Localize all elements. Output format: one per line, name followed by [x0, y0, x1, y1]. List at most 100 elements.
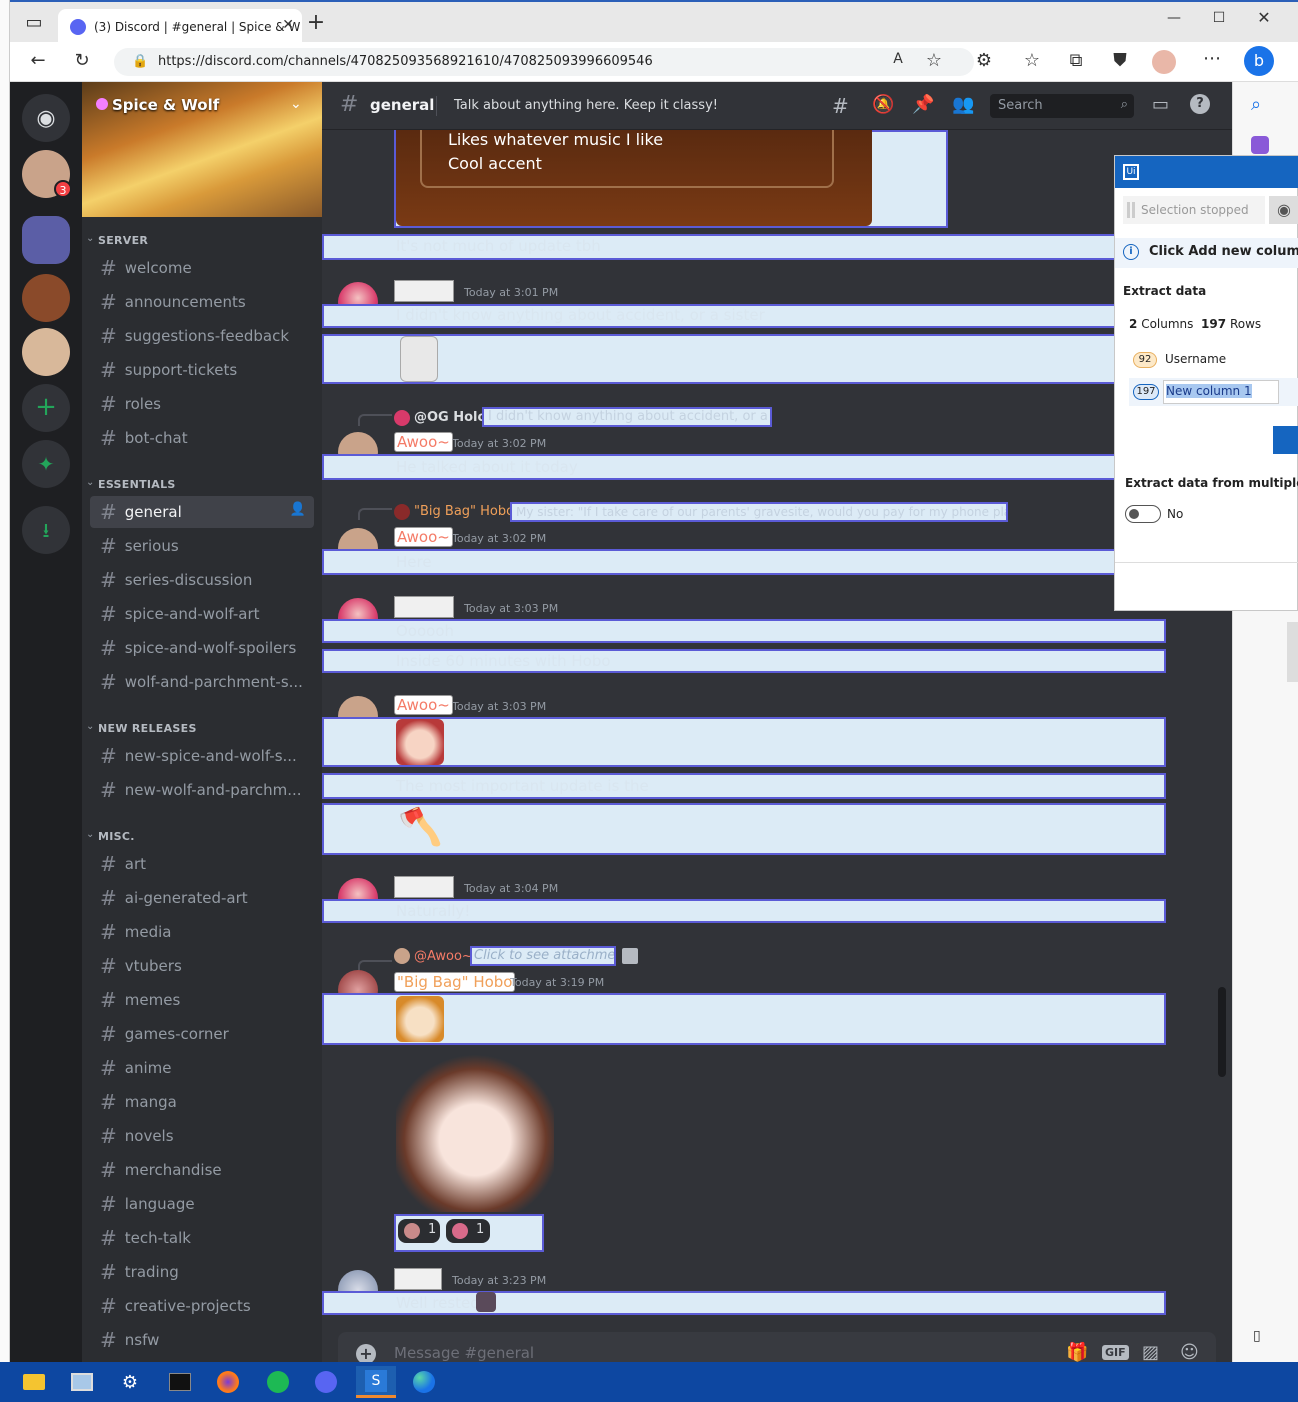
channel-item[interactable]: # manga: [90, 1086, 314, 1118]
username[interactable]: Awoo~: [394, 695, 453, 715]
channel-item[interactable]: # spice-and-wolf-art: [90, 598, 314, 630]
terminal-icon[interactable]: [160, 1366, 200, 1398]
sticker-icon[interactable]: ▨: [1142, 1342, 1159, 1362]
server-icon-4[interactable]: [22, 328, 70, 376]
category-header[interactable]: MISC.: [98, 830, 135, 843]
reaction-chip[interactable]: 1: [398, 1219, 440, 1243]
preview-eye-icon[interactable]: ◉: [1269, 196, 1298, 224]
text-file-attachment-icon[interactable]: [400, 336, 438, 382]
channel-item[interactable]: # tech-talk: [90, 1222, 314, 1254]
mute-icon[interactable]: 🔕: [872, 94, 894, 115]
download-apps-icon[interactable]: ⭳: [22, 506, 70, 554]
tab-actions-icon[interactable]: ▭: [20, 12, 48, 33]
reply-username[interactable]: "Big Bag" Hobo: [414, 504, 514, 519]
channel-item[interactable]: # serious: [90, 530, 314, 562]
category-header[interactable]: SERVER: [98, 234, 148, 247]
channel-topic[interactable]: Talk about anything here. Keep it classy…: [454, 98, 718, 113]
add-server-icon[interactable]: +: [22, 384, 70, 432]
channel-item[interactable]: # media: [90, 916, 314, 948]
refresh-icon[interactable]: ↻: [68, 50, 96, 71]
firefox-icon[interactable]: [208, 1366, 248, 1398]
channel-item[interactable]: # new-wolf-and-parchm...: [90, 774, 314, 806]
column-name-input[interactable]: New column 1: [1163, 380, 1279, 404]
username-redacted[interactable]: [394, 1268, 442, 1290]
extensions-icon[interactable]: ⚙: [970, 50, 998, 71]
gift-icon[interactable]: 🎁: [1066, 1342, 1088, 1362]
browser-essentials-icon[interactable]: ⛊: [1106, 50, 1134, 71]
reply-username[interactable]: @Awoo~: [414, 949, 473, 964]
help-icon[interactable]: ?: [1190, 94, 1210, 114]
channel-item[interactable]: # bot-chat: [90, 422, 314, 454]
more-options-icon[interactable]: ⋯: [1198, 48, 1226, 69]
channel-item[interactable]: # welcome: [90, 252, 314, 284]
close-tab-icon[interactable]: ✕: [282, 17, 294, 33]
uipath-studio-icon[interactable]: S: [356, 1366, 396, 1398]
channel-item[interactable]: # wolf-and-parchment-s...: [90, 666, 314, 698]
server-icon-spice-and-wolf[interactable]: [22, 216, 70, 264]
emoji-picker-icon[interactable]: ☺: [1180, 1342, 1199, 1362]
file-explorer-icon[interactable]: [14, 1366, 54, 1398]
pin-icon[interactable]: 📌: [912, 94, 934, 115]
new-tab-icon[interactable]: +: [302, 10, 330, 35]
channel-item[interactable]: # memes: [90, 984, 314, 1016]
channel-item[interactable]: # novels: [90, 1120, 314, 1152]
threads-icon[interactable]: #: [832, 94, 849, 118]
discord-home-icon[interactable]: ◉: [22, 94, 70, 142]
add-button-partial[interactable]: [1273, 426, 1298, 454]
read-aloud-icon[interactable]: A: [884, 51, 912, 67]
channel-item[interactable]: # ai-generated-art: [90, 882, 314, 914]
search-input[interactable]: Search ⌕: [990, 94, 1134, 118]
channel-item[interactable]: # roles: [90, 388, 314, 420]
channel-item[interactable]: # new-spice-and-wolf-s...: [90, 740, 314, 772]
invite-user-icon[interactable]: 👤: [290, 502, 306, 517]
message-input[interactable]: Message #general: [394, 1344, 534, 1362]
sidebar-search-icon[interactable]: ⌕: [1251, 94, 1261, 115]
channel-item[interactable]: # anime: [90, 1052, 314, 1084]
profile-avatar[interactable]: [1152, 50, 1176, 74]
upload-plus-icon[interactable]: +: [356, 1344, 376, 1362]
favorite-add-icon[interactable]: ☆: [920, 50, 948, 71]
channel-item[interactable]: # creative-projects: [90, 1290, 314, 1322]
url-field[interactable]: 🔒 https://discord.com/channels/470825093…: [114, 48, 974, 76]
username[interactable]: "Big Bag" Hobo: [394, 972, 516, 992]
gif-button[interactable]: GIF: [1102, 1345, 1129, 1360]
category-header[interactable]: ESSENTIALS: [98, 478, 176, 491]
settings-gear-icon[interactable]: ⚙: [110, 1366, 150, 1398]
column-row-new-column[interactable]: 197 New column 1: [1129, 378, 1298, 406]
username[interactable]: Awoo~: [394, 527, 453, 547]
sidebar-toggle-icon[interactable]: ▯: [1253, 1328, 1261, 1344]
username-redacted[interactable]: [394, 876, 454, 898]
edge-icon[interactable]: [404, 1366, 444, 1398]
server-name[interactable]: Spice & Wolf: [96, 96, 219, 114]
collections-icon[interactable]: ⧉: [1062, 50, 1090, 71]
minimize-icon[interactable]: —: [1160, 10, 1188, 26]
selection-status-field[interactable]: Selection stopped: [1123, 196, 1265, 224]
channel-item[interactable]: # language: [90, 1188, 314, 1220]
explore-servers-icon[interactable]: ✦: [22, 440, 70, 488]
maximize-icon[interactable]: ☐: [1205, 10, 1233, 26]
channel-item[interactable]: # announcements: [90, 286, 314, 318]
channel-item[interactable]: # vtubers: [90, 950, 314, 982]
remote-desktop-icon[interactable]: [62, 1366, 102, 1398]
channel-item[interactable]: # spice-and-wolf-spoilers: [90, 632, 314, 664]
channel-item[interactable]: # games-corner: [90, 1018, 314, 1050]
channel-item[interactable]: # series-discussion: [90, 564, 314, 596]
channel-item[interactable]: # nsfw: [90, 1324, 314, 1356]
chat-scrollbar[interactable]: [1218, 987, 1226, 1077]
reply-username[interactable]: @OG Holo: [414, 410, 486, 425]
message-composer[interactable]: + Message #general 🎁 GIF ▨ ☺: [338, 1332, 1216, 1362]
reply-preview-highlight[interactable]: My sister: "If I take care of our parent…: [510, 502, 1008, 522]
channel-item[interactable]: # general 👤: [90, 496, 314, 528]
multi-page-toggle[interactable]: [1125, 505, 1161, 523]
channel-item[interactable]: # art: [90, 848, 314, 880]
member-list-icon[interactable]: 👥: [952, 94, 974, 115]
channel-item[interactable]: # support-tickets: [90, 354, 314, 386]
spotify-icon[interactable]: [258, 1366, 298, 1398]
back-icon[interactable]: ←: [24, 50, 52, 71]
server-icon-3[interactable]: [22, 274, 70, 322]
channel-item[interactable]: # merchandise: [90, 1154, 314, 1186]
category-header[interactable]: NEW RELEASES: [98, 722, 197, 735]
channel-item[interactable]: # suggestions-feedback: [90, 320, 314, 352]
close-window-icon[interactable]: ✕: [1250, 8, 1278, 27]
browser-tab[interactable]: (3) Discord | #general | Spice & W ✕: [58, 9, 302, 44]
